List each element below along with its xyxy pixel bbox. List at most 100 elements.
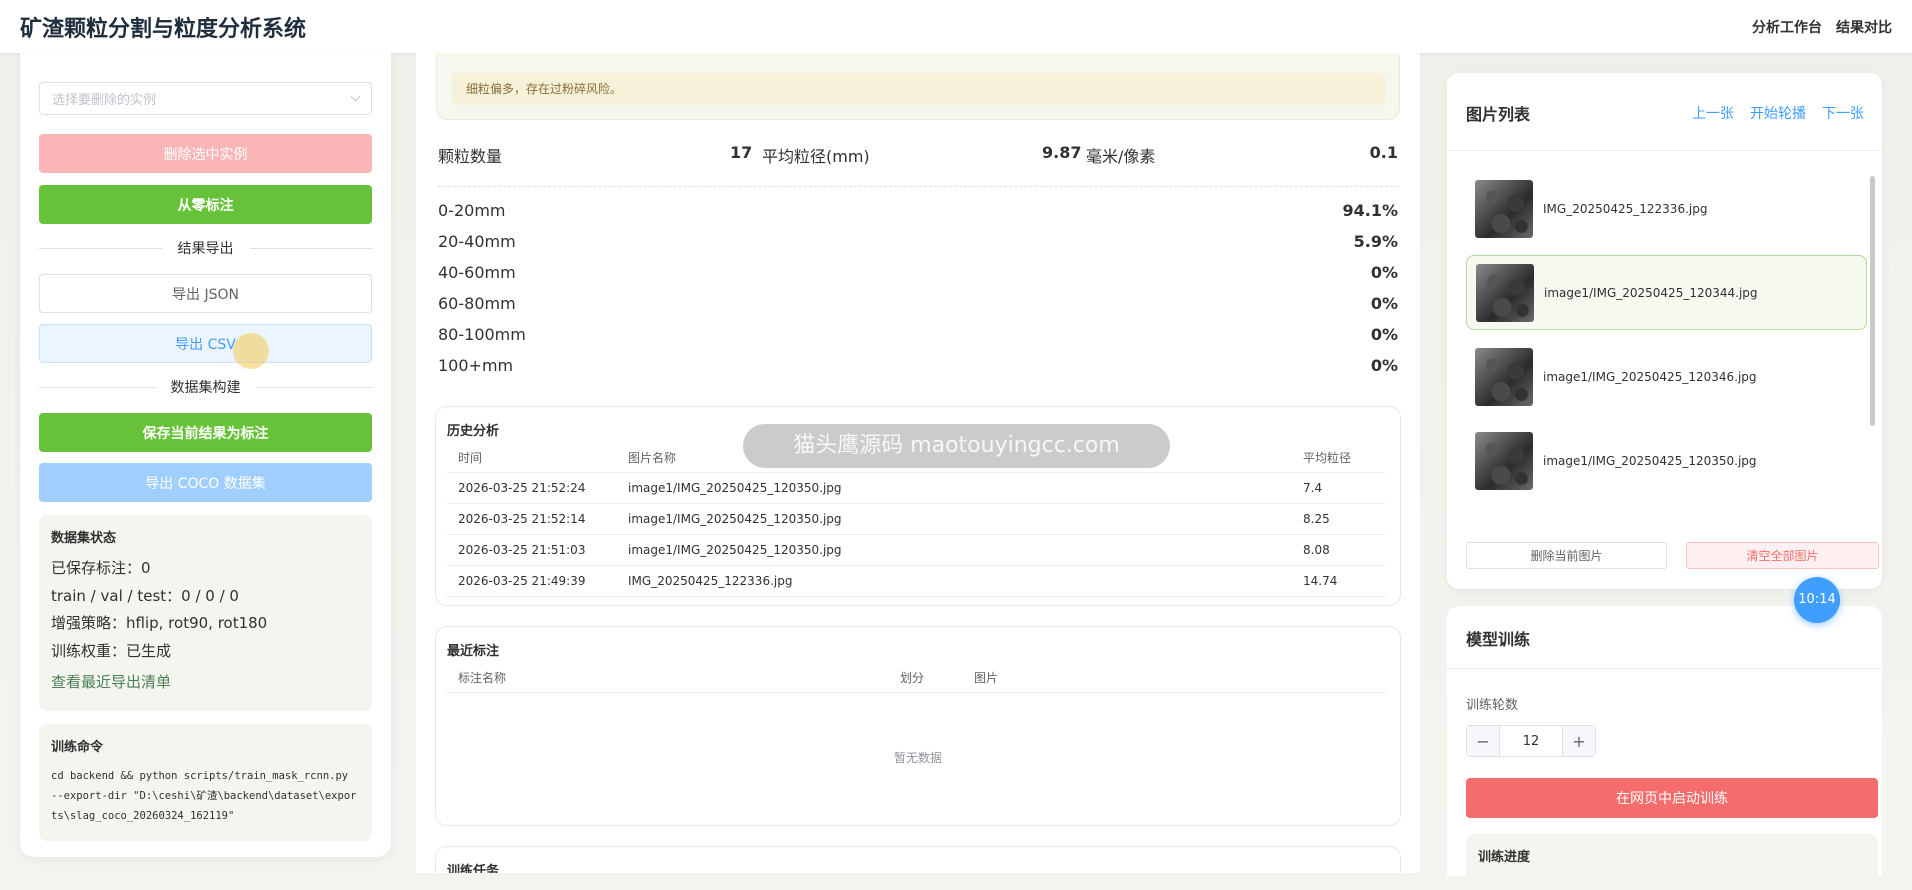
- prev-image-link[interactable]: 上一张: [1692, 103, 1734, 123]
- table-row[interactable]: 2026-03-25 21:52:14 image1/IMG_20250425_…: [446, 504, 1386, 535]
- image-filename: image1/IMG_20250425_120346.jpg: [1543, 369, 1757, 384]
- distribution-row: 60-80mm 0%: [438, 294, 1398, 316]
- distribution-range: 0-20mm: [438, 201, 506, 220]
- distribution-percent: 0%: [1370, 263, 1398, 282]
- export-divider-label: 结果导出: [177, 241, 234, 257]
- table-row[interactable]: 2026-03-25 21:49:39 IMG_20250425_122336.…: [446, 566, 1386, 597]
- table-row[interactable]: 2026-03-25 21:51:03 image1/IMG_20250425_…: [446, 535, 1386, 566]
- augmentation-line: 增强策略：hflip, rot90, rot180: [51, 614, 268, 632]
- recent-table-header: 标注名称 划分 图片: [446, 663, 1386, 693]
- particle-count-value: 17: [730, 143, 753, 162]
- distribution-row: 0-20mm 94.1%: [438, 201, 1398, 223]
- col-image: 图片: [974, 671, 999, 685]
- nav-analysis-workbench[interactable]: 分析工作台: [1752, 17, 1822, 37]
- watermark: 猫头鹰源码 maotouyingcc.com: [743, 424, 1170, 468]
- image-thumbnail: [1475, 431, 1533, 490]
- train-command-title: 训练命令: [51, 740, 104, 755]
- distribution-range: 60-80mm: [438, 294, 516, 313]
- image-list-scrollbar[interactable]: [1870, 176, 1875, 426]
- image-list-item-selected[interactable]: image1/IMG_20250425_120344.jpg: [1466, 255, 1867, 330]
- image-filename: image1/IMG_20250425_120350.jpg: [1543, 453, 1757, 468]
- image-filename: image1/IMG_20250425_120344.jpg: [1544, 285, 1758, 300]
- distribution-row: 40-60mm 0%: [438, 263, 1398, 285]
- clear-all-images-button[interactable]: 清空全部图片: [1686, 542, 1879, 569]
- export-csv-button[interactable]: 导出 CSV: [39, 324, 372, 363]
- cell-mean-size: 14.74: [1303, 574, 1338, 588]
- export-divider: 结果导出: [39, 238, 372, 258]
- select-placeholder: 选择要删除的实例: [52, 93, 157, 108]
- delete-selected-button[interactable]: 删除选中实例: [39, 134, 372, 173]
- training-divider: [1447, 668, 1882, 669]
- distribution-range: 80-100mm: [438, 325, 526, 344]
- cell-mean-size: 8.08: [1303, 543, 1330, 557]
- training-progress-box: 训练进度: [1466, 834, 1878, 884]
- export-coco-button[interactable]: 导出 COCO 数据集: [39, 463, 372, 502]
- distribution-percent: 0%: [1370, 325, 1398, 344]
- cell-image-name: image1/IMG_20250425_120350.jpg: [628, 543, 842, 557]
- saved-annotations-line: 已保存标注：0: [51, 559, 151, 577]
- distribution-row: 20-40mm 5.9%: [438, 232, 1398, 254]
- image-list-item[interactable]: image1/IMG_20250425_120346.jpg: [1466, 339, 1867, 414]
- distribution-percent: 5.9%: [1353, 232, 1398, 251]
- stats-row: 颗粒数量 17 平均粒径(mm) 9.87 毫米/像素 0.1: [438, 143, 1398, 169]
- epochs-label: 训练轮数: [1466, 698, 1519, 713]
- export-json-button[interactable]: 导出 JSON: [39, 274, 372, 313]
- cell-image-name: image1/IMG_20250425_120350.jpg: [628, 481, 842, 495]
- epochs-value[interactable]: 12: [1499, 726, 1563, 756]
- image-list-item[interactable]: IMG_20250425_122336.jpg: [1466, 171, 1867, 246]
- increment-button[interactable]: +: [1563, 726, 1595, 756]
- distribution-range: 40-60mm: [438, 263, 516, 282]
- training-tasks-card: 训练任务: [435, 846, 1401, 873]
- distribution-percent: 94.1%: [1342, 201, 1398, 220]
- next-image-link[interactable]: 下一张: [1822, 103, 1864, 123]
- timer-badge[interactable]: 10:14: [1794, 577, 1840, 623]
- view-export-manifest-link[interactable]: 查看最近导出清单: [51, 671, 360, 692]
- weights-line: 训练权重：已生成: [51, 641, 172, 660]
- dataset-status-box: 数据集状态 已保存标注：0 train / val / test：0 / 0 /…: [39, 515, 372, 711]
- particle-count-label: 颗粒数量: [438, 147, 503, 166]
- image-filename: IMG_20250425_122336.jpg: [1543, 201, 1708, 216]
- image-list-panel: 图片列表 上一张 开始轮播 下一张 IMG_20250425_122336.jp…: [1447, 73, 1882, 589]
- cell-mean-size: 8.25: [1303, 512, 1330, 526]
- delete-instance-select[interactable]: 选择要删除的实例: [39, 82, 372, 115]
- train-command-box: 训练命令 cd backend && python scripts/train_…: [39, 724, 372, 841]
- carousel-controls: 上一张 开始轮播 下一张: [1692, 103, 1864, 123]
- recent-annotations-title: 最近标注: [447, 644, 500, 659]
- cell-image-name: image1/IMG_20250425_120350.jpg: [628, 512, 842, 526]
- cursor-highlight: [233, 333, 269, 369]
- annotate-from-scratch-button[interactable]: 从零标注: [39, 185, 372, 224]
- nav-result-compare[interactable]: 结果对比: [1836, 17, 1892, 37]
- decrement-button[interactable]: −: [1467, 726, 1499, 756]
- start-training-button[interactable]: 在网页中启动训练: [1466, 778, 1878, 818]
- image-thumbnail: [1475, 347, 1533, 406]
- stats-divider: [438, 186, 1398, 187]
- col-image-name: 图片名称: [628, 451, 677, 465]
- image-list-item[interactable]: image1/IMG_20250425_120350.jpg: [1466, 423, 1867, 498]
- cell-time: 2026-03-25 21:52:14: [458, 512, 586, 526]
- left-panel: 选择要删除的实例 删除选中实例 从零标注 结果导出 导出 JSON 导出 CSV…: [20, 53, 391, 857]
- top-bar: 矿渣颗粒分割与粒度分析系统 分析工作台 结果对比: [0, 0, 1912, 53]
- start-carousel-link[interactable]: 开始轮播: [1750, 103, 1806, 123]
- dataset-divider-label: 数据集构建: [170, 380, 241, 396]
- empty-data-text: 暂无数据: [893, 751, 942, 765]
- top-nav: 分析工作台 结果对比: [1752, 17, 1892, 37]
- table-row[interactable]: 2026-03-25 21:52:24 image1/IMG_20250425_…: [446, 473, 1386, 504]
- dataset-divider: 数据集构建: [39, 377, 372, 397]
- image-thumbnail: [1475, 179, 1533, 238]
- cell-time: 2026-03-25 21:52:24: [458, 481, 586, 495]
- train-command-text: cd backend && python scripts/train_mask_…: [51, 770, 357, 822]
- model-training-panel: 模型训练 训练轮数 − 12 + 在网页中启动训练 训练进度: [1447, 606, 1882, 884]
- distribution-range: 100+mm: [438, 356, 514, 375]
- distribution-percent: 0%: [1370, 356, 1398, 375]
- scale-label: 毫米/像素: [1086, 147, 1156, 166]
- col-annotation-name: 标注名称: [458, 671, 507, 685]
- image-list-title: 图片列表: [1466, 105, 1531, 124]
- distribution-row: 100+mm 0%: [438, 356, 1398, 378]
- image-thumbnail: [1476, 263, 1534, 322]
- distribution-range: 20-40mm: [438, 232, 516, 251]
- warning-card: 细粒偏多，存在过粉碎风险。: [436, 53, 1400, 120]
- recent-annotations-card: 最近标注 标注名称 划分 图片 暂无数据: [435, 626, 1401, 826]
- save-as-annotation-button[interactable]: 保存当前结果为标注: [39, 413, 372, 452]
- mean-size-value: 9.87: [1042, 143, 1082, 162]
- delete-current-image-button[interactable]: 删除当前图片: [1466, 542, 1667, 569]
